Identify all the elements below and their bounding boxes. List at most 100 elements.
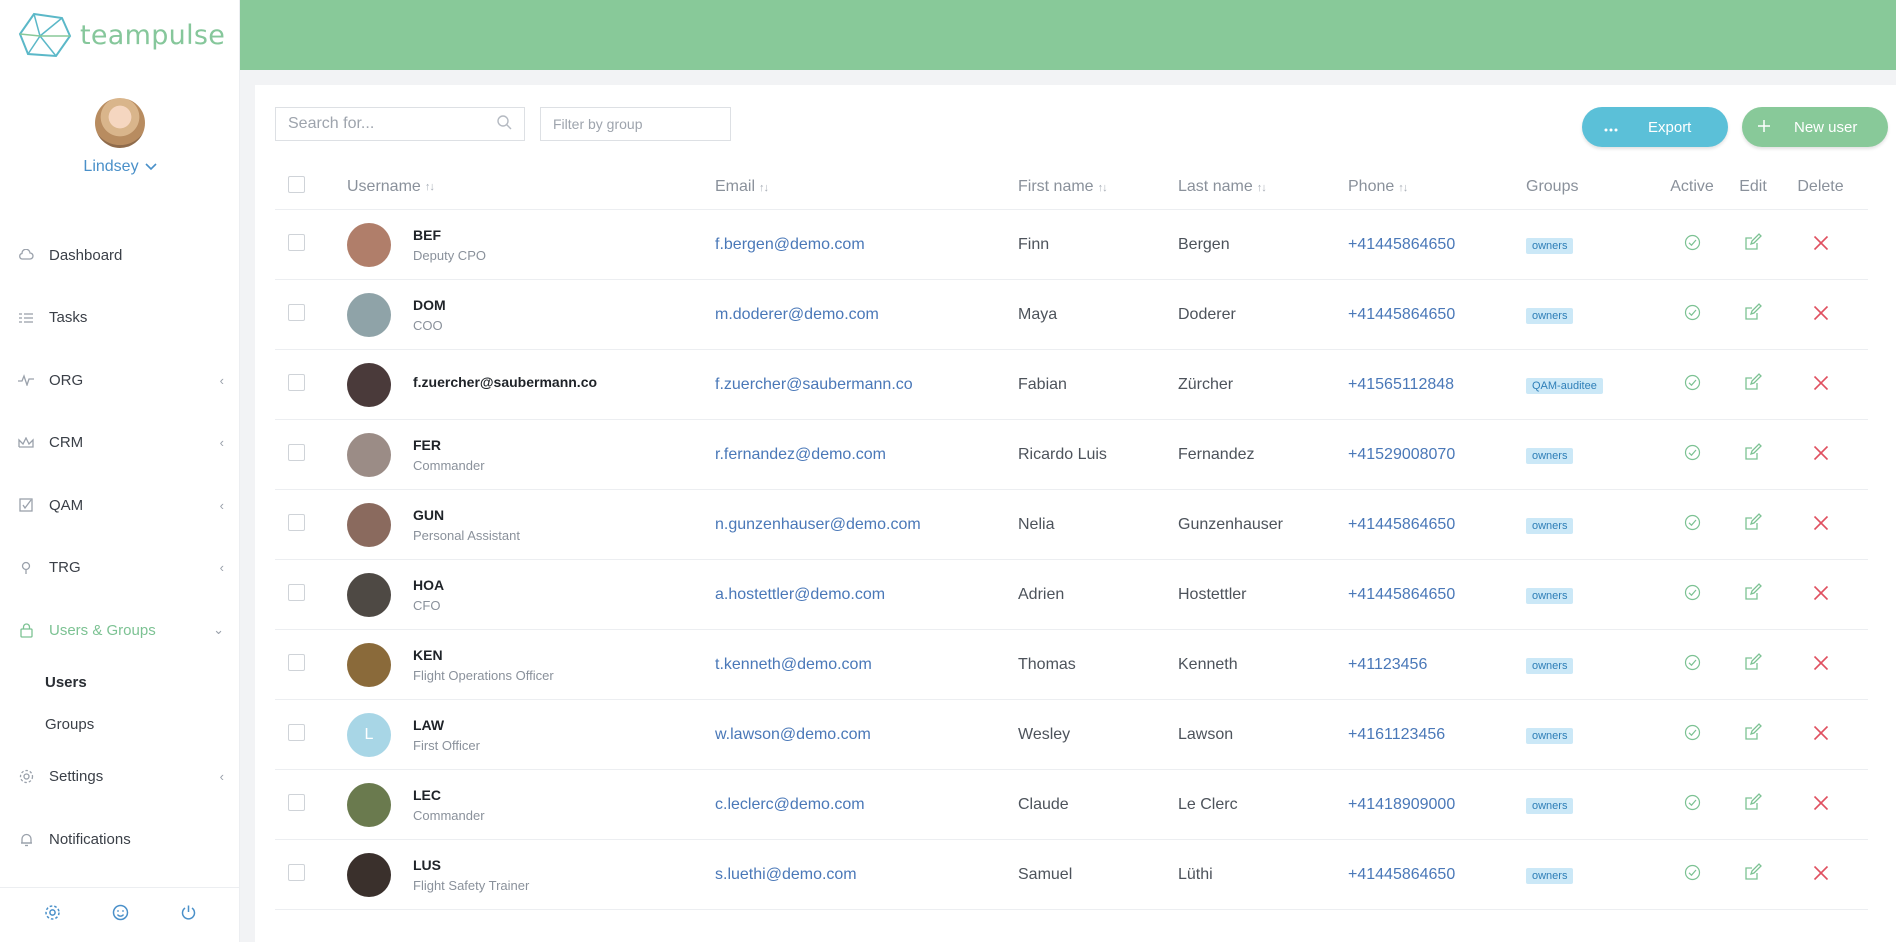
active-check-icon[interactable] [1684, 584, 1701, 605]
sidebar-item-org[interactable]: ORG ‹ [0, 349, 240, 412]
group-badge[interactable]: owners [1526, 447, 1574, 464]
active-check-icon[interactable] [1684, 444, 1701, 465]
group-badge[interactable]: owners [1526, 657, 1574, 674]
edit-icon[interactable] [1744, 583, 1762, 605]
phone-link[interactable]: +4161123456 [1348, 726, 1526, 744]
active-check-icon[interactable] [1684, 794, 1701, 815]
smiley-icon[interactable] [112, 904, 129, 926]
avatar[interactable] [347, 362, 391, 407]
avatar[interactable] [347, 782, 391, 827]
brand[interactable]: teampulse [18, 12, 225, 58]
edit-icon[interactable] [1744, 233, 1762, 255]
group-badge[interactable]: owners [1526, 517, 1574, 534]
avatar[interactable] [347, 292, 391, 337]
group-badge[interactable]: owners [1526, 727, 1574, 744]
delete-icon[interactable] [1813, 723, 1829, 746]
email-link[interactable]: a.hostettler@demo.com [715, 586, 1018, 604]
profile-menu[interactable]: Lindsey [83, 158, 157, 176]
active-check-icon[interactable] [1684, 724, 1701, 745]
sort-username[interactable]: Username ↑↓ [347, 178, 715, 196]
sidebar-item-settings[interactable]: Settings ‹ [0, 746, 240, 809]
email-link[interactable]: s.luethi@demo.com [715, 866, 1018, 884]
group-badge[interactable]: owners [1526, 587, 1574, 604]
sidebar-item-qam[interactable]: QAM ‹ [0, 474, 240, 537]
email-link[interactable]: m.doderer@demo.com [715, 306, 1018, 324]
email-link[interactable]: t.kenneth@demo.com [715, 656, 1018, 674]
group-badge[interactable]: owners [1526, 867, 1574, 884]
avatar[interactable] [347, 502, 391, 547]
row-checkbox[interactable] [288, 793, 305, 811]
sort-first-name[interactable]: First name ↑↓ [1018, 178, 1178, 196]
sort-email[interactable]: Email ↑↓ [715, 178, 1018, 196]
phone-link[interactable]: +41445864650 [1348, 866, 1526, 884]
email-link[interactable]: r.fernandez@demo.com [715, 446, 1018, 464]
email-link[interactable]: c.leclerc@demo.com [715, 796, 1018, 814]
phone-link[interactable]: +41565112848 [1348, 376, 1526, 394]
delete-icon[interactable] [1813, 513, 1829, 536]
active-check-icon[interactable] [1684, 864, 1701, 885]
avatar[interactable] [347, 222, 391, 267]
sort-last-name[interactable]: Last name ↑↓ [1178, 178, 1348, 196]
email-link[interactable]: f.zuercher@saubermann.co [715, 376, 1018, 394]
group-badge[interactable]: owners [1526, 237, 1574, 254]
phone-link[interactable]: +41123456 [1348, 656, 1526, 674]
group-badge[interactable]: owners [1526, 797, 1574, 814]
avatar[interactable]: L [347, 712, 391, 757]
new-user-button[interactable]: New user [1742, 107, 1888, 147]
delete-icon[interactable] [1813, 863, 1829, 886]
row-checkbox[interactable] [288, 863, 305, 881]
phone-link[interactable]: +41445864650 [1348, 236, 1526, 254]
edit-icon[interactable] [1744, 793, 1762, 815]
active-check-icon[interactable] [1684, 374, 1701, 395]
row-checkbox[interactable] [288, 443, 305, 461]
edit-icon[interactable] [1744, 443, 1762, 465]
sort-phone[interactable]: Phone ↑↓ [1348, 178, 1526, 196]
phone-link[interactable]: +41445864650 [1348, 306, 1526, 324]
delete-icon[interactable] [1813, 373, 1829, 396]
edit-icon[interactable] [1744, 513, 1762, 535]
avatar[interactable] [95, 98, 145, 148]
sidebar-subitem-users[interactable]: Users [0, 662, 240, 704]
search-input[interactable] [288, 115, 497, 133]
active-check-icon[interactable] [1684, 514, 1701, 535]
email-link[interactable]: w.lawson@demo.com [715, 726, 1018, 744]
delete-icon[interactable] [1813, 233, 1829, 256]
delete-icon[interactable] [1813, 583, 1829, 606]
avatar[interactable] [347, 642, 391, 687]
sidebar-item-trg[interactable]: TRG ‹ [0, 537, 240, 600]
delete-icon[interactable] [1813, 793, 1829, 816]
group-badge[interactable]: owners [1526, 307, 1574, 324]
delete-icon[interactable] [1813, 653, 1829, 676]
phone-link[interactable]: +41529008070 [1348, 446, 1526, 464]
power-icon[interactable] [180, 904, 197, 926]
row-checkbox[interactable] [288, 303, 305, 321]
active-check-icon[interactable] [1684, 234, 1701, 255]
group-badge[interactable]: QAM-auditee [1526, 377, 1603, 394]
edit-icon[interactable] [1744, 373, 1762, 395]
row-checkbox[interactable] [288, 653, 305, 671]
email-link[interactable]: n.gunzenhauser@demo.com [715, 516, 1018, 534]
row-checkbox[interactable] [288, 233, 305, 251]
edit-icon[interactable] [1744, 653, 1762, 675]
settings-icon[interactable] [44, 904, 61, 926]
sidebar-item-notifications[interactable]: Notifications [0, 808, 240, 871]
active-check-icon[interactable] [1684, 654, 1701, 675]
sidebar-subitem-groups[interactable]: Groups [0, 704, 240, 746]
delete-icon[interactable] [1813, 303, 1829, 326]
select-all-checkbox[interactable] [288, 176, 305, 193]
phone-link[interactable]: +41445864650 [1348, 586, 1526, 604]
phone-link[interactable]: +41445864650 [1348, 516, 1526, 534]
export-button[interactable]: Export [1582, 107, 1728, 147]
sidebar-item-dashboard[interactable]: Dashboard [0, 224, 240, 287]
row-checkbox[interactable] [288, 373, 305, 391]
avatar[interactable] [347, 852, 391, 897]
avatar[interactable] [347, 572, 391, 617]
sidebar-item-crm[interactable]: CRM ‹ [0, 412, 240, 475]
row-checkbox[interactable] [288, 583, 305, 601]
row-checkbox[interactable] [288, 513, 305, 531]
group-filter-input[interactable] [553, 116, 718, 132]
edit-icon[interactable] [1744, 723, 1762, 745]
sidebar-item-users-groups[interactable]: Users & Groups ⌄ [0, 599, 240, 662]
avatar[interactable] [347, 432, 391, 477]
search-icon[interactable] [497, 114, 512, 134]
